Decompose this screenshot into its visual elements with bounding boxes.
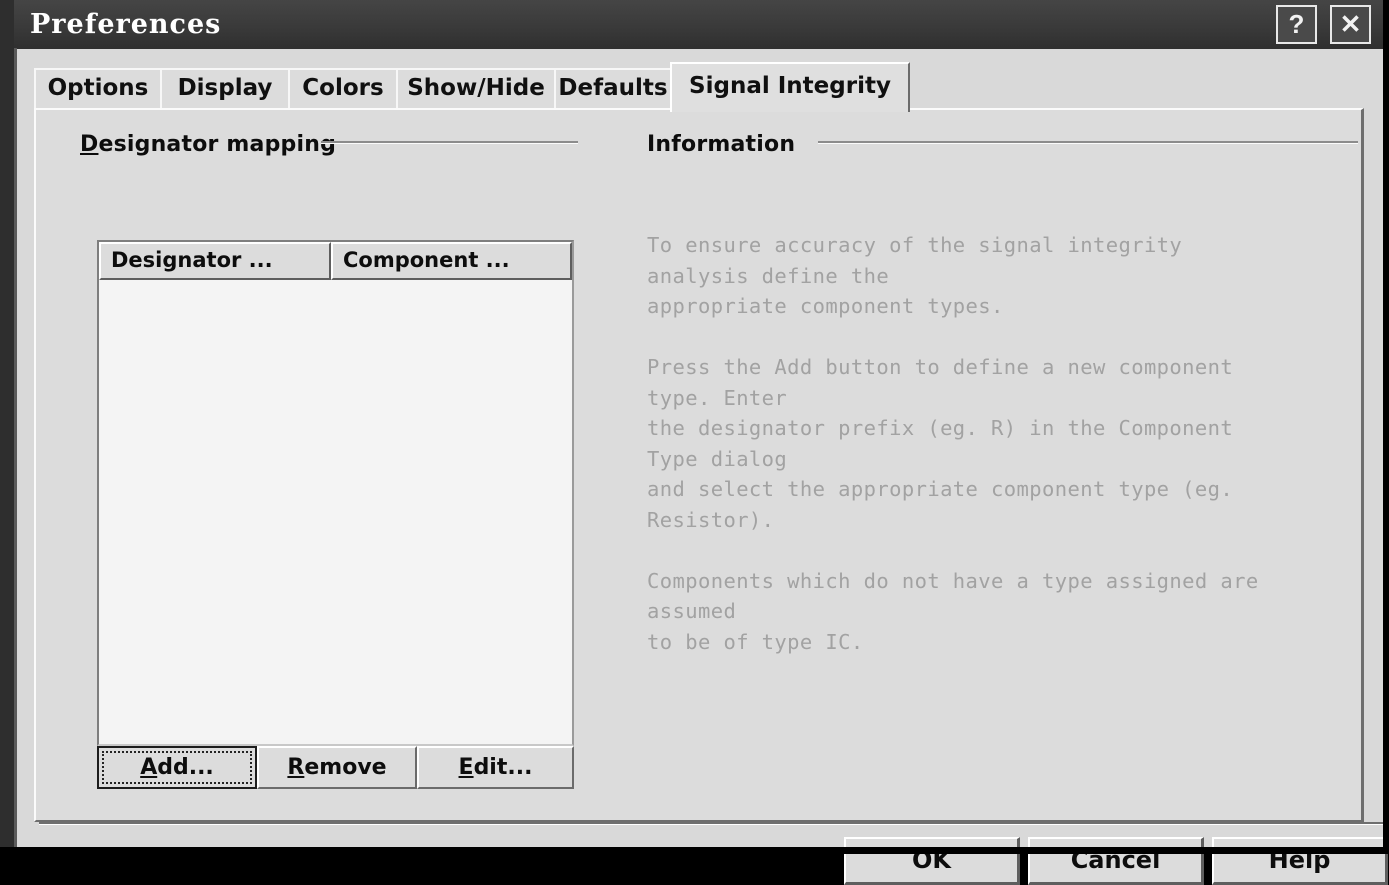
- window-frame-bottom: [0, 847, 1389, 854]
- list-body[interactable]: [99, 280, 572, 744]
- tab-colors[interactable]: Colors: [288, 68, 398, 109]
- ok-button[interactable]: OK: [844, 837, 1020, 885]
- designator-mapping-rule: [321, 141, 578, 144]
- close-icon[interactable]: ✕: [1330, 5, 1371, 44]
- help-icon[interactable]: ?: [1276, 5, 1317, 44]
- button-bar-separator: [39, 822, 1388, 825]
- tab-strip: Options Display Colors Show/Hide Default…: [34, 62, 1364, 112]
- list-column-headers: Designator ... Component ...: [99, 242, 572, 280]
- title-bar[interactable]: Preferences ? ✕: [14, 0, 1389, 49]
- designator-mapping-list[interactable]: Designator ... Component ...: [97, 240, 574, 746]
- remove-button[interactable]: Remove: [257, 746, 417, 789]
- remove-button-label-rest: emove: [304, 755, 387, 780]
- signal-integrity-panel: Designator mapping Designator ... Compon…: [34, 108, 1364, 822]
- help-button[interactable]: Help: [1212, 837, 1388, 885]
- cancel-button[interactable]: Cancel: [1028, 837, 1204, 885]
- edit-button[interactable]: Edit...: [417, 746, 574, 789]
- column-header-component[interactable]: Component ...: [331, 242, 572, 280]
- window-frame-right: [1383, 0, 1389, 854]
- designator-mapping-label-rest: esignator mapping: [98, 132, 337, 157]
- dialog-client-area: Options Display Colors Show/Hide Default…: [17, 49, 1388, 885]
- information-group-label: Information: [647, 132, 796, 157]
- tab-options[interactable]: Options: [34, 68, 162, 109]
- edit-button-label-rest: dit...: [473, 755, 533, 780]
- window-title: Preferences: [30, 9, 222, 40]
- preferences-dialog: Preferences ? ✕ Options Display Colors S…: [0, 0, 1389, 885]
- information-rule: [818, 141, 1358, 144]
- column-header-designator[interactable]: Designator ...: [99, 242, 331, 280]
- add-button[interactable]: Add...: [97, 746, 257, 789]
- edit-button-accel-char: E: [458, 755, 474, 780]
- tab-defaults[interactable]: Defaults: [554, 68, 672, 109]
- designator-mapping-group-label: Designator mapping: [80, 132, 336, 157]
- add-button-label-rest: dd...: [157, 755, 214, 780]
- window-frame-left: [0, 0, 14, 854]
- information-body-text: To ensure accuracy of the signal integri…: [647, 233, 1259, 654]
- tab-signal-integrity[interactable]: Signal Integrity: [670, 62, 910, 112]
- add-button-accel-char: A: [140, 755, 158, 780]
- designator-mapping-accel-char: D: [80, 132, 99, 157]
- tab-display[interactable]: Display: [160, 68, 290, 109]
- list-action-buttons: Add... Remove Edit...: [97, 746, 574, 789]
- window-frame-left-highlight: [14, 48, 17, 854]
- remove-button-accel-char: R: [287, 755, 305, 780]
- tab-show-hide[interactable]: Show/Hide: [396, 68, 556, 109]
